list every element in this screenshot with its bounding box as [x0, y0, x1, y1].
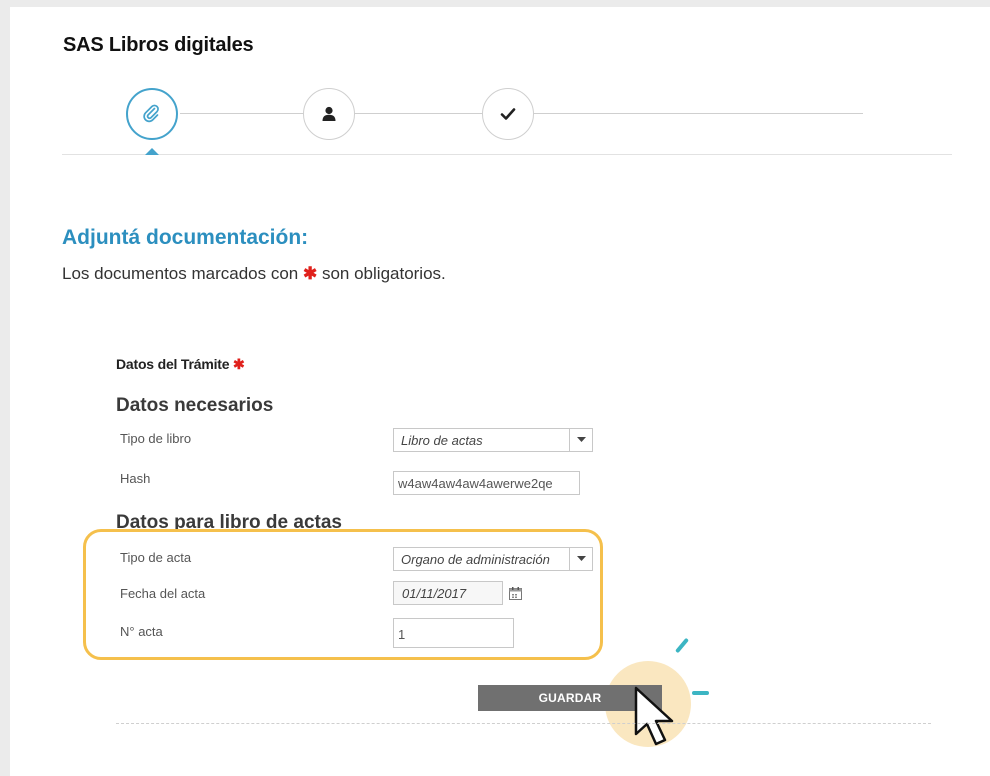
- stepper-divider: [62, 154, 952, 155]
- required-star-icon: ✱: [233, 356, 245, 372]
- dropdown-arrow[interactable]: [569, 429, 592, 451]
- step-confirm[interactable]: [482, 88, 534, 140]
- tipo-libro-value: Libro de actas: [401, 433, 483, 448]
- app-title: SAS Libros digitales: [63, 34, 254, 56]
- form-block-title: Datos del Trámite ✱: [116, 356, 245, 373]
- note-text-before: Los documentos marcados con: [62, 264, 299, 283]
- calendar-button[interactable]: [503, 581, 527, 605]
- nro-acta-label: N° acta: [120, 624, 163, 639]
- step-attach-documents[interactable]: [126, 88, 178, 140]
- group-title-datos-necesarios: Datos necesarios: [116, 395, 274, 416]
- note-text-after: son obligatorios.: [321, 264, 446, 283]
- step-user-data[interactable]: [303, 88, 355, 140]
- paperclip-icon: [143, 104, 159, 123]
- section-heading: Adjuntá documentación:: [62, 226, 309, 249]
- tipo-acta-value: Organo de administración: [401, 552, 550, 567]
- arrow-cursor-icon: [634, 686, 674, 746]
- form-divider: [116, 723, 931, 724]
- tipo-libro-label: Tipo de libro: [120, 431, 192, 446]
- tipo-acta-label: Tipo de acta: [120, 550, 192, 565]
- nro-acta-input[interactable]: 1: [393, 618, 514, 648]
- click-spark: [692, 691, 709, 695]
- tipo-acta-select[interactable]: Organo de administración: [393, 547, 593, 571]
- required-docs-note: Los documentos marcados con ✱ son obliga…: [62, 264, 446, 284]
- hash-input[interactable]: w4aw4aw4aw4awerwe2qe: [393, 471, 580, 495]
- required-star-icon: ✱: [302, 264, 318, 283]
- active-step-pointer: [145, 148, 159, 155]
- form-block-title-text: Datos del Trámite: [116, 356, 230, 372]
- fecha-acta-label: Fecha del acta: [120, 586, 206, 601]
- user-icon: [322, 106, 336, 121]
- caret-down-icon: [576, 437, 586, 442]
- fecha-acta-value: 01/11/2017: [402, 586, 467, 601]
- checkmark-icon: [500, 108, 516, 120]
- dropdown-arrow[interactable]: [569, 548, 592, 570]
- calendar-icon: [508, 586, 522, 600]
- caret-down-icon: [576, 556, 586, 561]
- tipo-libro-select[interactable]: Libro de actas: [393, 428, 593, 452]
- hash-label: Hash: [120, 471, 151, 486]
- fecha-acta-input[interactable]: 01/11/2017: [393, 581, 503, 605]
